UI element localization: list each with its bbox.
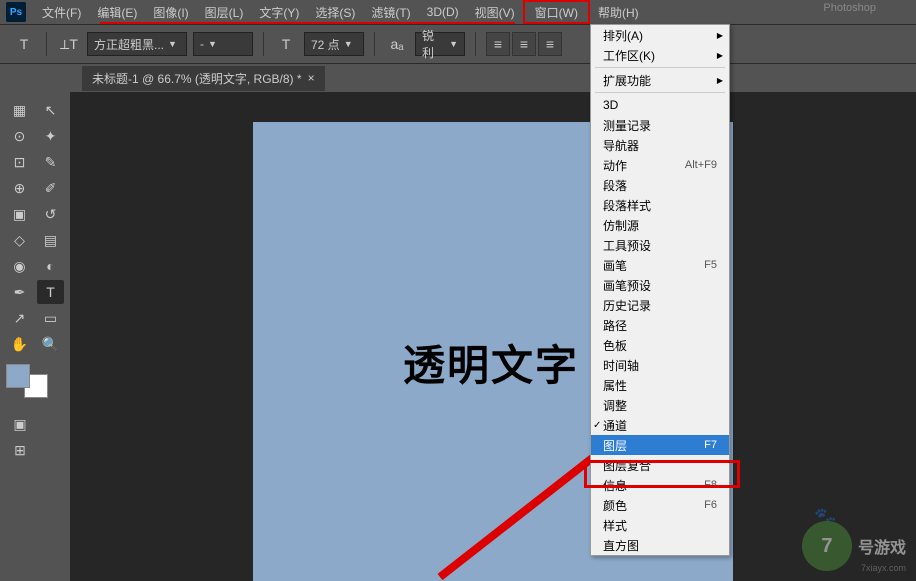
app-logo: Ps xyxy=(6,2,26,22)
crop-tool[interactable]: ⊡ xyxy=(6,150,33,174)
text-orientation-icon[interactable]: ⟂T xyxy=(57,32,81,56)
menu-3d[interactable]: 3D(D) xyxy=(419,0,467,24)
menu-brush[interactable]: 画笔F5 xyxy=(591,255,729,275)
menu-brush-presets[interactable]: 画笔预设 xyxy=(591,275,729,295)
menu-measurement[interactable]: 测量记录 xyxy=(591,115,729,135)
text-align-group: ≡ ≡ ≡ xyxy=(486,32,562,56)
eraser-tool[interactable]: ◇ xyxy=(6,228,33,252)
brush-tool[interactable]: ✐ xyxy=(37,176,64,200)
font-style-label: - xyxy=(200,37,204,51)
antialias-label: 锐利 xyxy=(422,27,445,61)
menu-3d-panel[interactable]: 3D xyxy=(591,95,729,115)
watermark: 🐾 7 号游戏 7xiayx.com xyxy=(802,521,906,571)
wand-tool[interactable]: ✦ xyxy=(37,124,64,148)
path-tool[interactable]: ↗ xyxy=(6,306,33,330)
workspace: ▦↖ ⊙✦ ⊡✎ ⊕✐ ▣↺ ◇▤ ◉◐ ✒T ↗▭ ✋🔍 ▣ ⊞ 透明文字 xyxy=(0,92,916,581)
menu-filter[interactable]: 滤镜(T) xyxy=(363,0,418,24)
canvas-text-layer[interactable]: 透明文字 xyxy=(403,332,579,393)
font-family-label: 方正超粗黑... xyxy=(94,36,164,53)
dodge-tool[interactable]: ◐ xyxy=(37,254,64,278)
font-family-dropdown[interactable]: 方正超粗黑...▼ xyxy=(87,32,187,56)
shape-tool[interactable]: ▭ xyxy=(37,306,64,330)
menu-actions[interactable]: 动作Alt+F9 xyxy=(591,155,729,175)
menu-window[interactable]: 窗口(W) xyxy=(523,0,590,24)
font-size-label: 72 点 xyxy=(311,36,340,53)
selection-tool[interactable]: ↖ xyxy=(37,98,64,122)
canvas-area: 透明文字 xyxy=(70,92,916,581)
menu-paragraph[interactable]: 段落 xyxy=(591,175,729,195)
menu-info[interactable]: 信息F8 xyxy=(591,475,729,495)
menu-layers[interactable]: 图层F7 xyxy=(591,435,729,455)
antialias-dropdown[interactable]: 锐利▼ xyxy=(415,32,465,56)
options-bar: T ⟂T 方正超粗黑...▼ -▼ T 72 点▼ aₐ 锐利▼ ≡ ≡ ≡ xyxy=(0,24,916,64)
antialias-icon: aₐ xyxy=(385,32,409,56)
menu-edit[interactable]: 编辑(E) xyxy=(89,0,145,24)
menu-tool-presets[interactable]: 工具预设 xyxy=(591,235,729,255)
window-dropdown-menu: 排列(A) 工作区(K) 扩展功能 3D 测量记录 导航器 动作Alt+F9 段… xyxy=(590,24,730,556)
menu-select[interactable]: 选择(S) xyxy=(307,0,363,24)
hand-tool[interactable]: ✋ xyxy=(6,332,33,356)
document-tab-title: 未标题-1 @ 66.7% (透明文字, RGB/8) * xyxy=(92,70,302,87)
menu-clonesource[interactable]: 仿制源 xyxy=(591,215,729,235)
menu-color[interactable]: 颜色F6 xyxy=(591,495,729,515)
gradient-tool[interactable]: ▤ xyxy=(37,228,64,252)
align-right-button[interactable]: ≡ xyxy=(538,32,562,56)
menu-image[interactable]: 图像(I) xyxy=(145,0,196,24)
menu-channels[interactable]: 通道 xyxy=(591,415,729,435)
menu-type[interactable]: 文字(Y) xyxy=(251,0,307,24)
foreground-swatch[interactable] xyxy=(6,364,30,388)
menu-timeline[interactable]: 时间轴 xyxy=(591,355,729,375)
menu-file[interactable]: 文件(F) xyxy=(34,0,89,24)
document-tab[interactable]: 未标题-1 @ 66.7% (透明文字, RGB/8) * × xyxy=(82,66,325,91)
move-tool[interactable]: ▦ xyxy=(6,98,33,122)
menu-workspace[interactable]: 工作区(K) xyxy=(591,45,729,65)
stamp-tool[interactable]: ▣ xyxy=(6,202,33,226)
menu-layercomps[interactable]: 图层复合 xyxy=(591,455,729,475)
zoom-tool[interactable]: 🔍 xyxy=(37,332,64,356)
align-center-button[interactable]: ≡ xyxy=(512,32,536,56)
screenmode-tool[interactable]: ⊞ xyxy=(6,438,34,462)
blur-tool[interactable]: ◉ xyxy=(6,254,33,278)
menu-histogram[interactable]: 直方图 xyxy=(591,535,729,555)
pen-tool[interactable]: ✒ xyxy=(6,280,33,304)
annotation-underline xyxy=(100,22,515,24)
history-brush-tool[interactable]: ↺ xyxy=(37,202,64,226)
menu-properties[interactable]: 属性 xyxy=(591,375,729,395)
watermark-url: 7xiayx.com xyxy=(861,563,906,573)
lasso-tool[interactable]: ⊙ xyxy=(6,124,33,148)
menu-layer[interactable]: 图层(L) xyxy=(197,0,252,24)
menu-history[interactable]: 历史记录 xyxy=(591,295,729,315)
app-label: Photoshop xyxy=(823,2,876,14)
menu-navigator[interactable]: 导航器 xyxy=(591,135,729,155)
eyedropper-tool[interactable]: ✎ xyxy=(37,150,64,174)
menubar: Ps 文件(F) 编辑(E) 图像(I) 图层(L) 文字(Y) 选择(S) 滤… xyxy=(0,0,916,24)
heal-tool[interactable]: ⊕ xyxy=(6,176,33,200)
menu-help[interactable]: 帮助(H) xyxy=(590,0,647,24)
menu-paragraph-styles[interactable]: 段落样式 xyxy=(591,195,729,215)
menu-swatches[interactable]: 色板 xyxy=(591,335,729,355)
size-icon: T xyxy=(274,32,298,56)
menu-extensions[interactable]: 扩展功能 xyxy=(591,70,729,90)
menu-adjustments[interactable]: 调整 xyxy=(591,395,729,415)
menu-view[interactable]: 视图(V) xyxy=(467,0,523,24)
type-tool[interactable]: T xyxy=(37,280,64,304)
watermark-text: 号游戏 xyxy=(858,534,906,558)
menu-paths[interactable]: 路径 xyxy=(591,315,729,335)
quickmask-tool[interactable]: ▣ xyxy=(6,412,34,436)
align-left-button[interactable]: ≡ xyxy=(486,32,510,56)
font-style-dropdown[interactable]: -▼ xyxy=(193,32,253,56)
font-size-dropdown[interactable]: 72 点▼ xyxy=(304,32,364,56)
tool-indicator-icon[interactable]: T xyxy=(12,32,36,56)
close-icon[interactable]: × xyxy=(308,71,315,85)
menu-arrange[interactable]: 排列(A) xyxy=(591,25,729,45)
watermark-logo: 7 xyxy=(802,521,852,571)
document-tab-bar: 未标题-1 @ 66.7% (透明文字, RGB/8) * × xyxy=(0,64,916,92)
toolbox: ▦↖ ⊙✦ ⊡✎ ⊕✐ ▣↺ ◇▤ ◉◐ ✒T ↗▭ ✋🔍 ▣ ⊞ xyxy=(0,92,70,581)
color-swatches[interactable] xyxy=(6,364,52,400)
menu-styles[interactable]: 样式 xyxy=(591,515,729,535)
